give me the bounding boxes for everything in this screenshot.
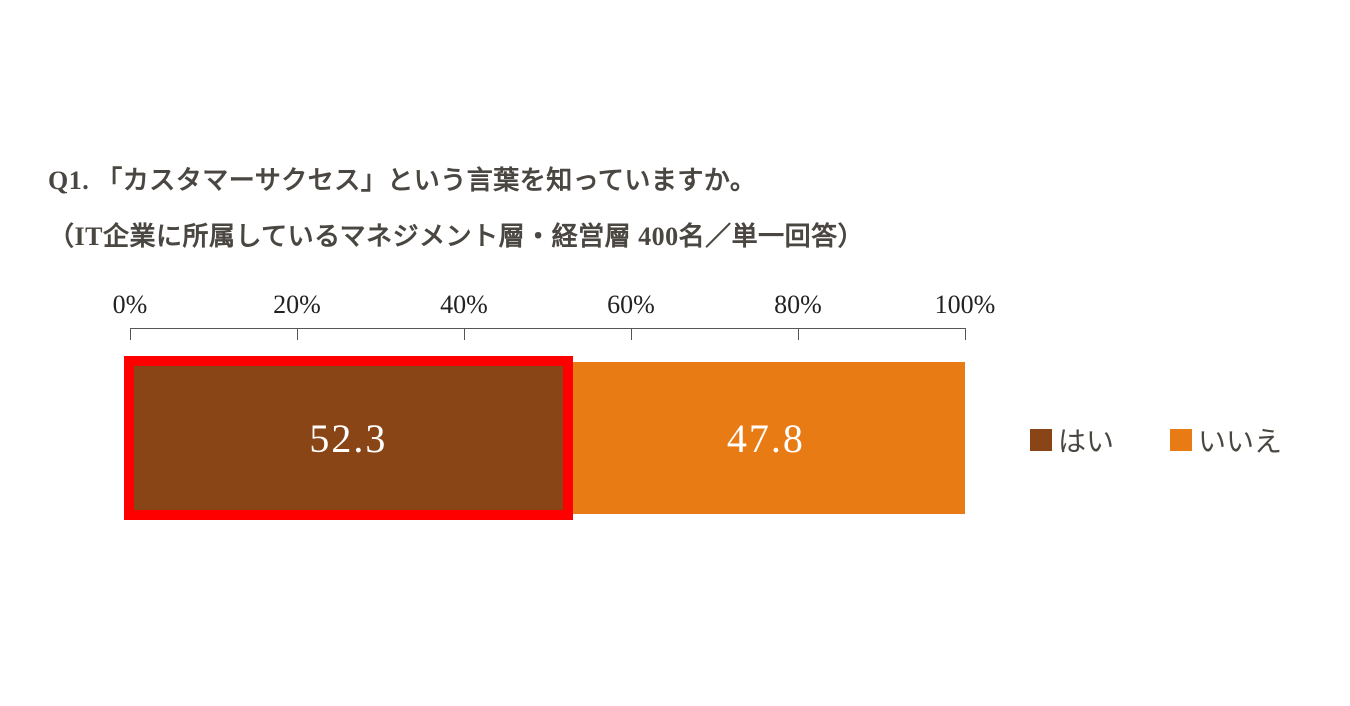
tick-100 — [965, 328, 966, 340]
bar-no: 47.8 — [567, 362, 965, 514]
tick-40 — [464, 328, 465, 340]
legend-swatch-no — [1170, 429, 1192, 451]
legend: はい いいえ — [1030, 420, 1282, 460]
legend-text-yes: はい — [1058, 420, 1114, 460]
legend-item-no: いいえ — [1170, 420, 1282, 460]
chart-title-line1: Q1. 「カスタマーサクセス」という言葉を知っていますか。 — [48, 160, 864, 202]
tick-0 — [130, 328, 131, 340]
bar-stack: 52.3 47.8 — [130, 362, 965, 514]
tick-20 — [297, 328, 298, 340]
tick-label-100: 100% — [935, 290, 996, 320]
chart-title-line2: （IT企業に所属しているマネジメント層・経営層 400名／単一回答） — [48, 216, 864, 258]
tick-60 — [631, 328, 632, 340]
legend-swatch-yes — [1030, 429, 1052, 451]
tick-label-40: 40% — [440, 290, 488, 320]
chart-area: 0% 20% 40% 60% 80% 100% 52.3 47.8 — [130, 290, 965, 514]
x-axis: 0% 20% 40% 60% 80% 100% — [130, 290, 965, 340]
bar-yes-value: 52.3 — [309, 415, 387, 462]
chart-page: Q1. 「カスタマーサクセス」という言葉を知っていますか。 （IT企業に所属して… — [0, 0, 1350, 706]
legend-item-yes: はい — [1030, 420, 1114, 460]
tick-80 — [798, 328, 799, 340]
legend-text-no: いいえ — [1198, 420, 1282, 460]
chart-title-block: Q1. 「カスタマーサクセス」という言葉を知っていますか。 （IT企業に所属して… — [48, 160, 864, 257]
bar-no-value: 47.8 — [727, 415, 805, 462]
tick-label-0: 0% — [113, 290, 148, 320]
bar-yes: 52.3 — [130, 362, 567, 514]
axis-line — [130, 328, 965, 329]
tick-label-80: 80% — [774, 290, 822, 320]
tick-label-20: 20% — [273, 290, 321, 320]
tick-label-60: 60% — [607, 290, 655, 320]
